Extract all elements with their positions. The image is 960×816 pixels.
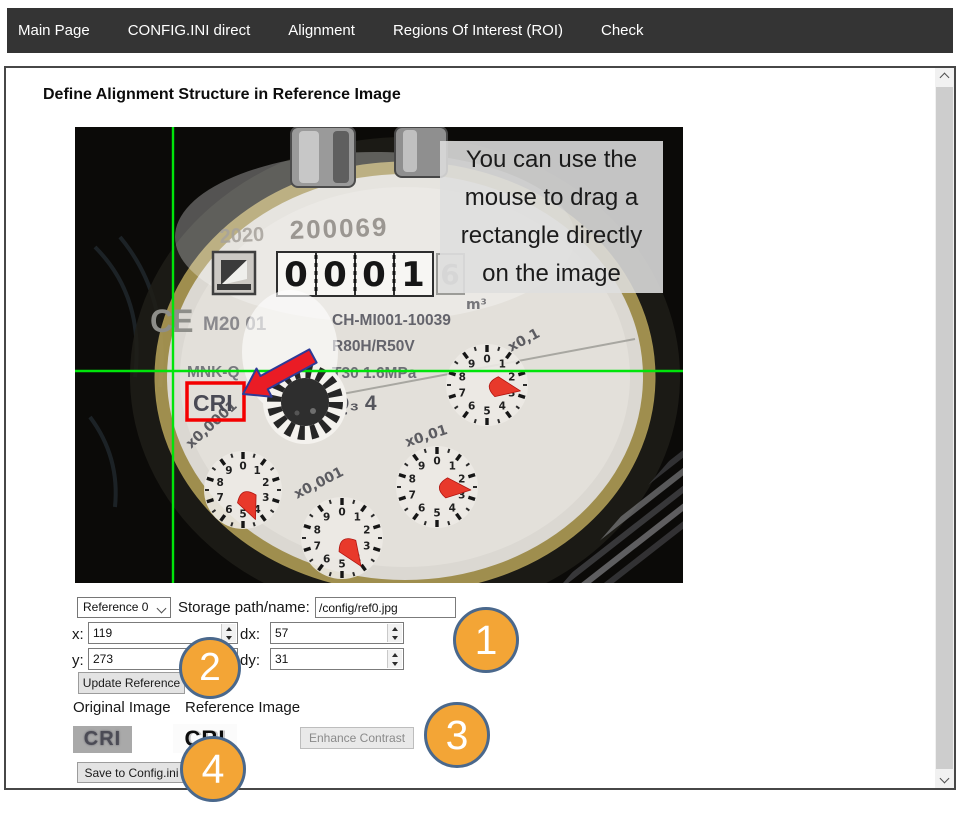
dy-field [270, 648, 404, 670]
reference-image-label: Reference Image [185, 699, 300, 716]
svg-text:2: 2 [508, 371, 515, 383]
x-label: x: [72, 626, 84, 643]
svg-text:5: 5 [483, 406, 490, 418]
svg-text:3: 3 [262, 492, 269, 504]
top-nav: Main Page CONFIG.INI direct Alignment Re… [7, 8, 953, 53]
step-badge-4: 4 [180, 736, 246, 802]
svg-text:4: 4 [499, 401, 506, 413]
counter-digit: 0 [284, 255, 308, 295]
drag-hint-line: on the image [440, 255, 663, 293]
storage-path-input[interactable] [315, 597, 456, 618]
reference-select-value: Reference 0 [83, 600, 148, 614]
svg-text:6: 6 [323, 554, 330, 566]
meter-ratio: R80H/R50V [332, 338, 415, 355]
original-image-label: Original Image [73, 699, 171, 716]
chevron-down-icon [157, 604, 167, 614]
drag-hint-line: mouse to drag a [440, 179, 663, 217]
y-label: y: [72, 652, 84, 669]
svg-text:3: 3 [363, 541, 370, 553]
dy-input[interactable] [271, 649, 403, 669]
svg-text:7: 7 [314, 541, 321, 553]
dx-field [270, 622, 404, 644]
svg-text:8: 8 [459, 371, 466, 383]
meter-model: MNK-Q [187, 364, 240, 381]
content-frame: Define Alignment Structure in Reference … [4, 66, 956, 790]
svg-text:7: 7 [217, 492, 224, 504]
spinner-up-icon[interactable] [388, 624, 402, 633]
svg-text:8: 8 [409, 473, 416, 485]
step-badge-3: 3 [424, 702, 490, 768]
counter-digit: 0 [362, 255, 386, 295]
counter-digit: 1 [401, 255, 425, 295]
svg-text:0: 0 [338, 507, 345, 519]
svg-text:7: 7 [409, 490, 416, 502]
step-badge-1: 1 [453, 607, 519, 673]
svg-text:0: 0 [483, 354, 490, 366]
spinner-up-icon[interactable] [388, 650, 402, 659]
svg-text:8: 8 [217, 477, 224, 489]
svg-text:4: 4 [449, 503, 456, 515]
svg-text:9: 9 [418, 460, 425, 472]
svg-text:1: 1 [449, 460, 456, 472]
meter-pressure: T30 1.6MPa [332, 365, 417, 382]
scroll-down-button[interactable] [935, 769, 954, 788]
meter-logo-icon [213, 252, 255, 294]
spinner-down-icon[interactable] [388, 659, 402, 668]
cri-target-text: CRI [193, 390, 233, 416]
step-badge-2: 2 [179, 637, 241, 699]
nav-config-ini-direct[interactable]: CONFIG.INI direct [128, 22, 251, 39]
svg-text:9: 9 [468, 358, 475, 370]
meter-code: CH-MI001-10039 [332, 312, 451, 329]
meter-serial-prefix: 2020 [219, 224, 265, 248]
svg-text:8: 8 [314, 524, 321, 536]
reference-select[interactable]: Reference 0 [77, 597, 171, 618]
svg-text:1: 1 [354, 511, 361, 523]
nav-main-page[interactable]: Main Page [18, 22, 90, 39]
nav-check[interactable]: Check [601, 22, 644, 39]
svg-text:5: 5 [338, 559, 345, 571]
scrollbar-thumb[interactable] [936, 87, 953, 769]
chevron-down-icon [940, 774, 950, 784]
enhance-contrast-button[interactable]: Enhance Contrast [300, 727, 414, 749]
reference-image[interactable]: 2020 200069 0 [75, 127, 683, 583]
svg-text:6: 6 [225, 504, 232, 516]
counter-digit: 0 [323, 255, 347, 295]
svg-text:9: 9 [323, 511, 330, 523]
scroll-up-button[interactable] [935, 68, 954, 87]
svg-text:1: 1 [253, 465, 260, 477]
svg-text:6: 6 [418, 503, 425, 515]
drag-hint-line: You can use the [440, 141, 663, 179]
dy-label: dy: [240, 652, 260, 669]
page-title: Define Alignment Structure in Reference … [43, 86, 401, 104]
svg-text:5: 5 [433, 508, 440, 520]
svg-text:2: 2 [262, 477, 269, 489]
spinner-up-icon[interactable] [222, 624, 236, 633]
spinner-down-icon[interactable] [388, 633, 402, 642]
ce-mark: CE [150, 303, 193, 339]
svg-text:6: 6 [468, 401, 475, 413]
meter-unit: m³ [466, 297, 487, 313]
dx-spinner[interactable] [387, 624, 402, 642]
meter-serial-number: 200069 [289, 212, 389, 245]
svg-text:0: 0 [239, 461, 246, 473]
dy-spinner[interactable] [387, 650, 402, 668]
nav-regions-of-interest[interactable]: Regions Of Interest (ROI) [393, 22, 563, 39]
svg-text:2: 2 [363, 524, 370, 536]
storage-path-label: Storage path/name: [178, 599, 310, 616]
update-reference-button[interactable]: Update Reference [78, 672, 185, 694]
svg-text:1: 1 [499, 358, 506, 370]
nav-alignment[interactable]: Alignment [288, 22, 355, 39]
vertical-scrollbar[interactable] [935, 68, 954, 788]
page: Main Page CONFIG.INI direct Alignment Re… [0, 0, 960, 816]
drag-hint-overlay: You can use the mouse to drag a rectangl… [440, 141, 663, 293]
dx-input[interactable] [271, 623, 403, 643]
svg-text:9: 9 [225, 465, 232, 477]
dx-label: dx: [240, 626, 260, 643]
drag-hint-line: rectangle directly [440, 217, 663, 255]
svg-text:0: 0 [433, 456, 440, 468]
original-crop-thumbnail: CRI [73, 726, 132, 753]
svg-text:7: 7 [459, 388, 466, 400]
chevron-up-icon [940, 73, 950, 83]
save-to-config-button[interactable]: Save to Config.ini [77, 762, 186, 783]
